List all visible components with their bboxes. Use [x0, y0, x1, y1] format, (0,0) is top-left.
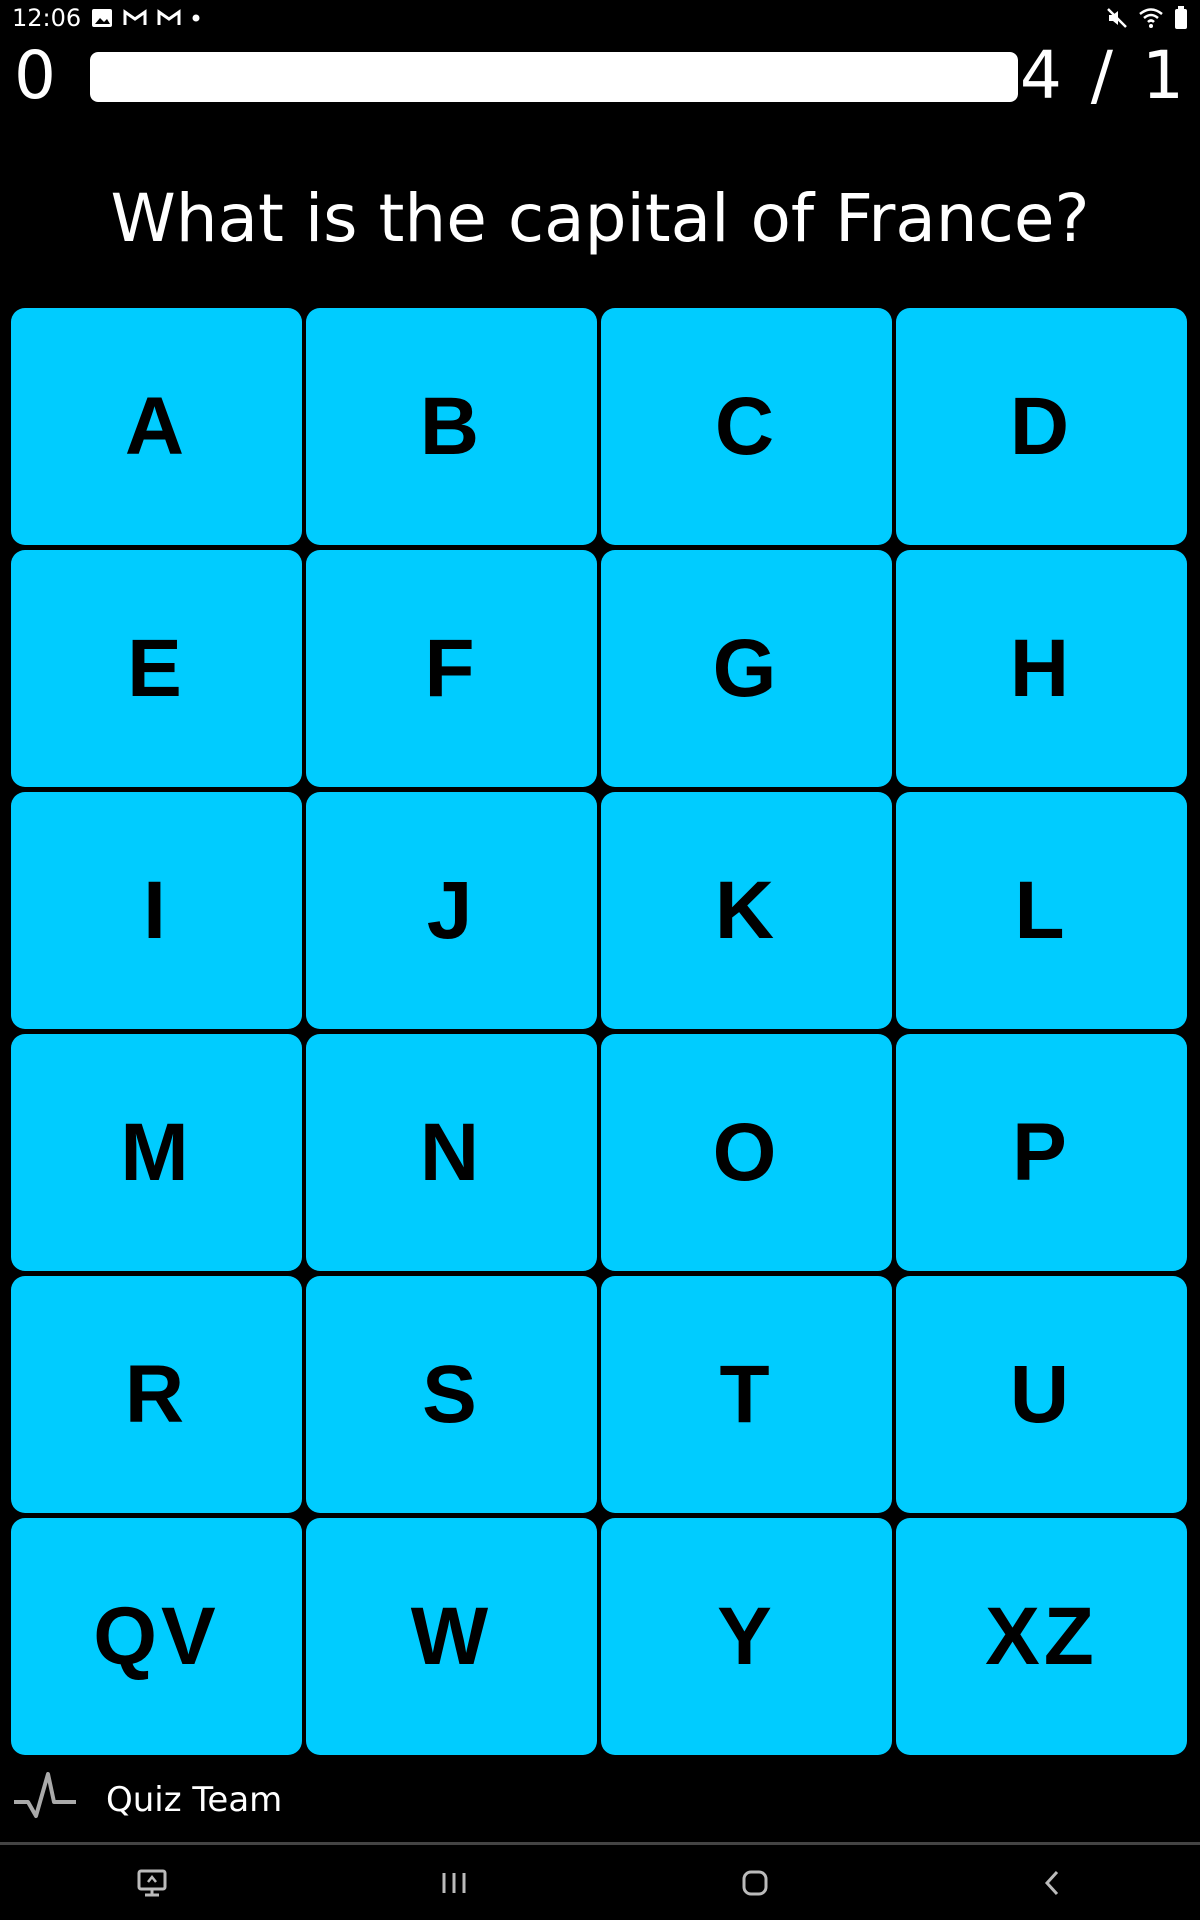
pulse-icon — [14, 1772, 76, 1828]
letter-tile-qv[interactable]: QV — [11, 1518, 302, 1755]
letter-tile-l[interactable]: L — [896, 792, 1187, 1029]
letter-tile-e[interactable]: E — [11, 550, 302, 787]
progress-fill — [90, 52, 1018, 102]
gmail-icon — [157, 9, 181, 27]
letter-tile-xz[interactable]: XZ — [896, 1518, 1187, 1755]
dot-icon — [191, 13, 201, 23]
battery-icon — [1174, 6, 1188, 30]
letter-tile-s[interactable]: S — [306, 1276, 597, 1513]
back-icon[interactable] — [1041, 1868, 1065, 1898]
letter-tile-w[interactable]: W — [306, 1518, 597, 1755]
wifi-icon — [1138, 7, 1164, 29]
recents-icon[interactable] — [439, 1869, 469, 1897]
status-time: 12:06 — [12, 4, 82, 32]
letter-tile-c[interactable]: C — [601, 308, 892, 545]
letter-tile-k[interactable]: K — [601, 792, 892, 1029]
letter-tile-d[interactable]: D — [896, 308, 1187, 545]
brand: Quiz Team — [14, 1770, 282, 1830]
screen-share-icon[interactable] — [136, 1868, 168, 1898]
letter-tile-y[interactable]: Y — [601, 1518, 892, 1755]
brand-label: Quiz Team — [106, 1780, 283, 1820]
letter-grid: A B C D E F G H I J K L M N O P R S T U … — [11, 308, 1189, 1755]
letter-tile-g[interactable]: G — [601, 550, 892, 787]
nav-bar — [0, 1845, 1200, 1920]
letter-tile-o[interactable]: O — [601, 1034, 892, 1271]
letter-tile-n[interactable]: N — [306, 1034, 597, 1271]
progress-bar — [90, 52, 1018, 102]
letter-tile-p[interactable]: P — [896, 1034, 1187, 1271]
letter-tile-b[interactable]: B — [306, 308, 597, 545]
letter-tile-i[interactable]: I — [11, 792, 302, 1029]
letter-tile-j[interactable]: J — [306, 792, 597, 1029]
letter-tile-r[interactable]: R — [11, 1276, 302, 1513]
letter-tile-a[interactable]: A — [11, 308, 302, 545]
score: 0 — [14, 36, 56, 114]
letter-tile-u[interactable]: U — [896, 1276, 1187, 1513]
gmail-icon — [123, 9, 147, 27]
letter-tile-h[interactable]: H — [896, 550, 1187, 787]
question-counter: 4 / 1 — [1019, 36, 1188, 114]
status-right — [1106, 6, 1188, 30]
mute-icon — [1106, 7, 1128, 29]
question-text: What is the capital of France? — [110, 180, 1090, 257]
letter-tile-f[interactable]: F — [306, 550, 597, 787]
status-left: 12:06 — [12, 4, 201, 32]
letter-tile-m[interactable]: M — [11, 1034, 302, 1271]
letter-tile-t[interactable]: T — [601, 1276, 892, 1513]
home-icon[interactable] — [740, 1868, 770, 1898]
image-icon — [91, 8, 113, 28]
status-bar: 12:06 — [0, 0, 1200, 36]
